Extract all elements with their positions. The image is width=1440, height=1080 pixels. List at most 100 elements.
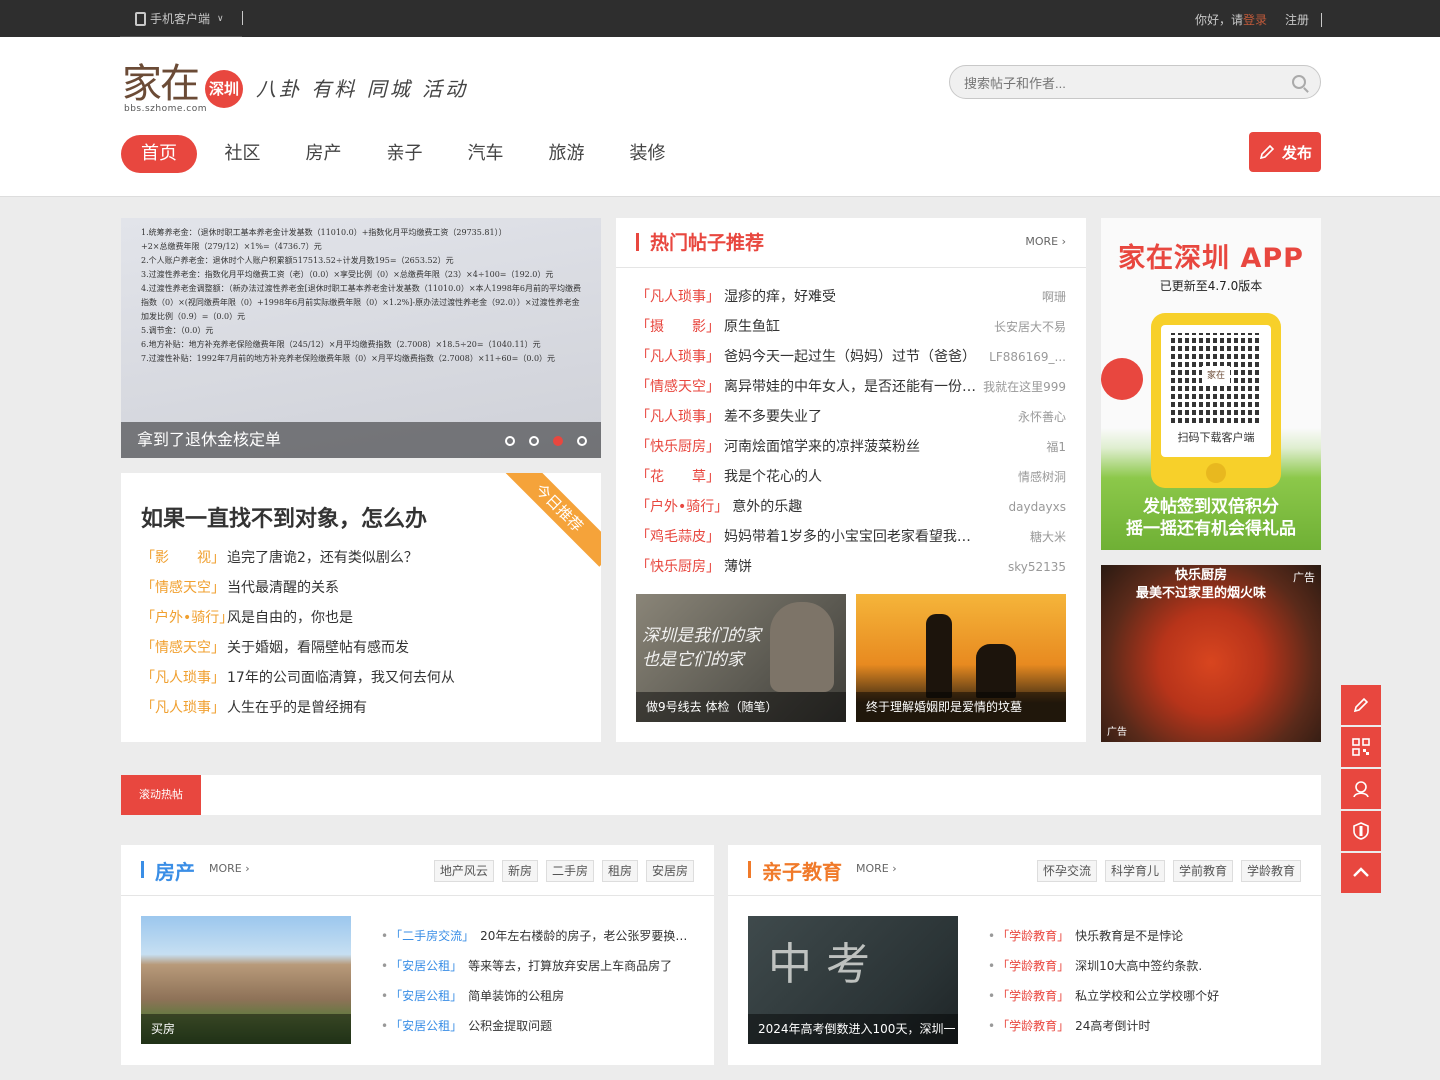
post-title[interactable]: 关于婚姻，看隔壁帖有感而发 bbox=[227, 633, 409, 663]
post-title[interactable]: 24高考倒计时 bbox=[1075, 1019, 1150, 1033]
thumb-caption[interactable]: 做9号线去 体检（随笔） bbox=[636, 692, 846, 722]
mobile-client-link[interactable]: 手机客户端 ∨ bbox=[135, 10, 224, 27]
list-item[interactable]: 「影 视」 追完了唐诡2，还有类似剧么？ bbox=[141, 543, 455, 573]
list-item[interactable]: 「情感天空」 离异带娃的中年女人，是否还能有一份真爱 我就在这里999 bbox=[636, 372, 1066, 402]
post-author[interactable]: 糖大米 bbox=[980, 522, 1066, 552]
post-author[interactable]: LF886169_... bbox=[980, 342, 1066, 372]
category-label[interactable]: 「学龄教育」 bbox=[997, 989, 1069, 1003]
slider-dot[interactable] bbox=[529, 436, 539, 446]
category-label[interactable]: 「二手房交流」 bbox=[390, 929, 474, 943]
post-title[interactable]: 我是个花心的人 bbox=[724, 462, 980, 492]
list-item[interactable]: 「摄 影」 原生鱼缸 长安居大不易 bbox=[636, 312, 1066, 342]
tag-link[interactable]: 学前教育 bbox=[1172, 860, 1233, 882]
nav-item-decoration[interactable]: 装修 bbox=[607, 135, 688, 173]
nav-item-travel[interactable]: 旅游 bbox=[526, 135, 607, 173]
list-item[interactable]: 「情感天空」 关于婚姻，看隔壁帖有感而发 bbox=[141, 633, 455, 663]
tag-link[interactable]: 学龄教育 bbox=[1240, 860, 1301, 882]
category-label[interactable]: 「学龄教育」 bbox=[997, 959, 1069, 973]
list-item[interactable]: 「凡人琐事」 差不多要失业了 永怀善心 bbox=[636, 402, 1066, 432]
category-label[interactable]: 「凡人琐事」 bbox=[636, 342, 720, 372]
list-item[interactable]: • 「学龄教育」 深圳10大高中签约条款. bbox=[988, 951, 1300, 981]
post-author[interactable]: 我就在这里999 bbox=[980, 372, 1066, 402]
post-title[interactable]: 私立学校和公立学校哪个好 bbox=[1075, 989, 1219, 1003]
list-item[interactable]: • 「安居公租」 公积金提取问题 bbox=[381, 1011, 693, 1041]
list-item[interactable]: • 「学龄教育」 24高考倒计时 bbox=[988, 1011, 1300, 1041]
category-label[interactable]: 「户外•骑行」 bbox=[636, 492, 728, 522]
login-link[interactable]: 登录 bbox=[1243, 11, 1267, 28]
section-title[interactable]: 房产 bbox=[155, 856, 195, 885]
section-title[interactable]: 亲子教育 bbox=[762, 856, 842, 885]
list-item[interactable]: • 「学龄教育」 私立学校和公立学校哪个好 bbox=[988, 981, 1300, 1011]
post-title[interactable]: 快乐教育是不是悖论 bbox=[1075, 929, 1183, 943]
post-title[interactable]: 简单装饰的公租房 bbox=[468, 989, 564, 1003]
post-title[interactable]: 17年的公司面临清算，我又何去何从 bbox=[227, 663, 455, 693]
post-title[interactable]: 湿疹的痒，好难受 bbox=[724, 282, 980, 312]
more-link[interactable]: MORE › bbox=[1025, 235, 1066, 248]
post-title[interactable]: 公积金提取问题 bbox=[468, 1019, 552, 1033]
post-title[interactable]: 20年左右楼龄的房子，老公张罗要换新房子 bbox=[480, 929, 693, 943]
tag-link[interactable]: 二手房 bbox=[545, 860, 594, 882]
category-label[interactable]: 「安居公租」 bbox=[390, 989, 462, 1003]
thumbnail-monkey[interactable]: 深圳是我们的家 也是它们的家 做9号线去 体检（随笔） bbox=[636, 594, 846, 722]
list-item[interactable]: • 「安居公租」 简单装饰的公租房 bbox=[381, 981, 693, 1011]
category-label[interactable]: 「户外•骑行」 bbox=[141, 603, 233, 633]
list-item[interactable]: • 「学龄教育」 快乐教育是不是悖论 bbox=[988, 921, 1300, 951]
post-title[interactable]: 薄饼 bbox=[724, 552, 980, 582]
post-title[interactable]: 追完了唐诡2，还有类似剧么？ bbox=[227, 543, 418, 573]
category-label[interactable]: 「快乐厨房」 bbox=[636, 552, 720, 582]
tag-link[interactable]: 租房 bbox=[601, 860, 638, 882]
category-label[interactable]: 「鸡毛蒜皮」 bbox=[636, 522, 720, 552]
tag-link[interactable]: 新房 bbox=[501, 860, 538, 882]
post-title[interactable]: 差不多要失业了 bbox=[724, 402, 980, 432]
nav-item-parenting[interactable]: 亲子 bbox=[364, 135, 445, 173]
category-label[interactable]: 「凡人琐事」 bbox=[636, 402, 720, 432]
post-author[interactable]: 永怀善心 bbox=[980, 402, 1066, 432]
list-item[interactable]: 「凡人琐事」 17年的公司面临清算，我又何去何从 bbox=[141, 663, 455, 693]
category-label[interactable]: 「花 草」 bbox=[636, 462, 720, 492]
category-label[interactable]: 「情感天空」 bbox=[141, 633, 227, 663]
side-service-button[interactable] bbox=[1341, 769, 1381, 809]
post-author[interactable]: 啊珊 bbox=[980, 282, 1066, 312]
category-label[interactable]: 「情感天空」 bbox=[636, 372, 720, 402]
list-item[interactable]: • 「安居公租」 等来等去，打算放弃安居上车商品房了 bbox=[381, 951, 693, 981]
post-author[interactable]: 情感树洞 bbox=[980, 462, 1066, 492]
category-label[interactable]: 「摄 影」 bbox=[636, 312, 720, 342]
house-thumbnail[interactable]: 买房 bbox=[141, 916, 351, 1044]
side-shield-button[interactable] bbox=[1341, 811, 1381, 851]
category-label[interactable]: 「情感天空」 bbox=[141, 573, 227, 603]
list-item[interactable]: • 「二手房交流」 20年左右楼龄的房子，老公张罗要换新房子 bbox=[381, 921, 693, 951]
list-item[interactable]: 「花 草」 我是个花心的人 情感树洞 bbox=[636, 462, 1066, 492]
list-item[interactable]: 「凡人琐事」 爸妈今天一起过生（妈妈）过节（爸爸） LF886169_... bbox=[636, 342, 1066, 372]
post-author[interactable]: 长安居大不易 bbox=[980, 312, 1066, 342]
post-title[interactable]: 妈妈带着1岁多的小宝宝回老家看望我妈妈 bbox=[724, 522, 980, 552]
post-title[interactable]: 人生在乎的是曾经拥有 bbox=[227, 693, 367, 723]
category-label[interactable]: 「快乐厨房」 bbox=[636, 432, 720, 462]
thumb-caption[interactable]: 买房 bbox=[141, 1014, 351, 1044]
register-link[interactable]: 注册 bbox=[1285, 11, 1309, 28]
slider-dot[interactable] bbox=[505, 436, 515, 446]
nav-item-home[interactable]: 首页 bbox=[121, 135, 197, 173]
list-item[interactable]: 「鸡毛蒜皮」 妈妈带着1岁多的小宝宝回老家看望我妈妈 糖大米 bbox=[636, 522, 1066, 552]
thumbnail-sunset[interactable]: 终于理解婚姻即是爱情的坟墓 bbox=[856, 594, 1066, 722]
list-item[interactable]: 「凡人琐事」 湿疹的痒，好难受 啊珊 bbox=[636, 282, 1066, 312]
post-title[interactable]: 爸妈今天一起过生（妈妈）过节（爸爸） bbox=[724, 342, 980, 372]
tag-link[interactable]: 安居房 bbox=[645, 860, 694, 882]
post-title[interactable]: 风是自由的，你也是 bbox=[227, 603, 353, 633]
search-icon[interactable] bbox=[1292, 75, 1306, 89]
list-item[interactable]: 「凡人琐事」 人生在乎的是曾经拥有 bbox=[141, 693, 455, 723]
category-label[interactable]: 「凡人琐事」 bbox=[636, 282, 720, 312]
category-label[interactable]: 「学龄教育」 bbox=[997, 1019, 1069, 1033]
post-author[interactable]: 福1 bbox=[980, 432, 1066, 462]
slider-dot[interactable] bbox=[577, 436, 587, 446]
tag-link[interactable]: 地产风云 bbox=[433, 860, 494, 882]
nav-item-car[interactable]: 汽车 bbox=[445, 135, 526, 173]
exam-thumbnail[interactable]: 中考 2024年高考倒数进入100天，深圳一 bbox=[748, 916, 958, 1044]
today-headline[interactable]: 如果一直找不到对象，怎么办 bbox=[141, 501, 427, 533]
post-title[interactable]: 当代最清醒的关系 bbox=[227, 573, 339, 603]
thumb-caption[interactable]: 终于理解婚姻即是爱情的坟墓 bbox=[856, 692, 1066, 722]
nav-item-house[interactable]: 房产 bbox=[283, 135, 364, 173]
more-link[interactable]: MORE › bbox=[209, 862, 250, 875]
kitchen-ad-banner[interactable]: 快乐厨房 最美不过家里的烟火味 广告 广告 bbox=[1101, 565, 1321, 742]
post-title[interactable]: 离异带娃的中年女人，是否还能有一份真爱 bbox=[724, 372, 980, 402]
app-download-banner[interactable]: 家在深圳 APP 已更新至4.7.0版本 家在 扫码下载客户端 发帖签到双倍积分… bbox=[1101, 218, 1321, 550]
